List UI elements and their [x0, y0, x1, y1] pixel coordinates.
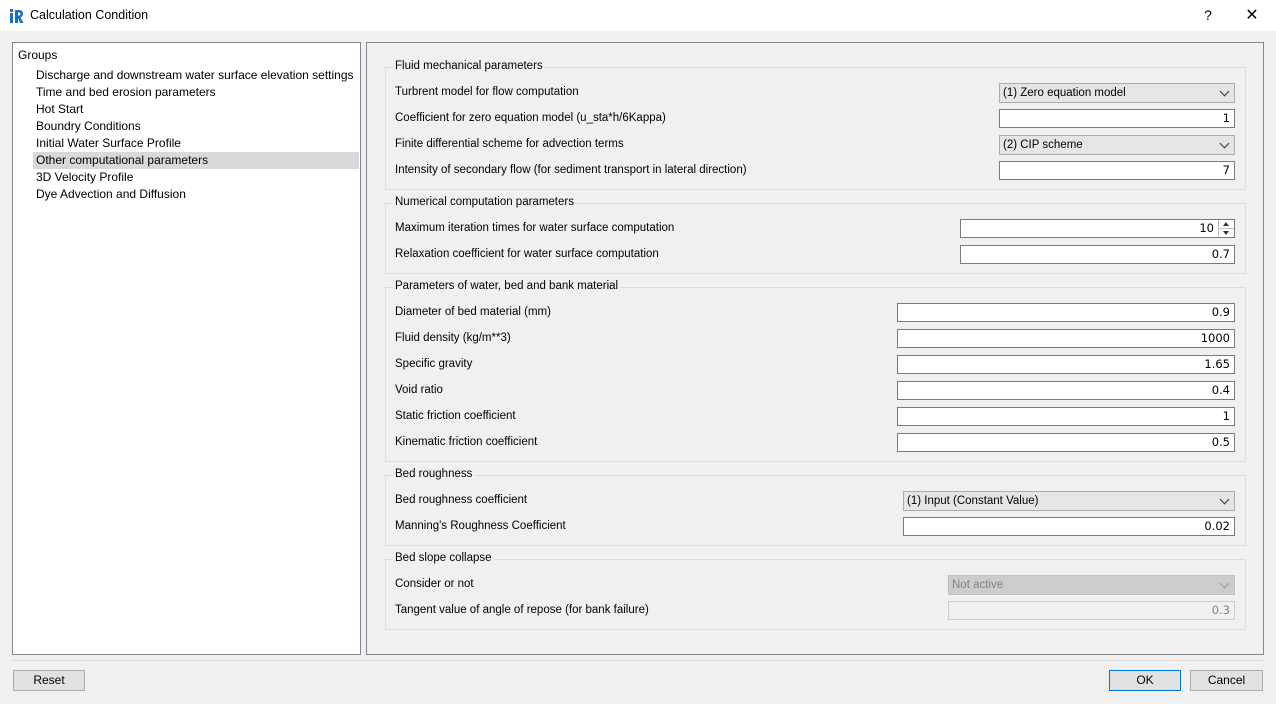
zero-eq-coefficient-input[interactable]: 1 — [999, 109, 1235, 128]
group-item-other-parameters[interactable]: Other computational parameters — [33, 152, 359, 169]
manning-coefficient-label: Manning's Roughness Coefficient — [395, 520, 566, 532]
iric-logo-icon — [10, 9, 24, 23]
close-button[interactable]: ✕ — [1230, 0, 1274, 31]
tangent-repose-input[interactable]: 0.3 — [948, 601, 1235, 620]
advection-scheme-select[interactable]: (2) CIP scheme — [999, 135, 1235, 155]
zero-eq-coefficient-label: Coefficient for zero equation model (u_s… — [395, 112, 666, 124]
spin-buttons — [1218, 220, 1234, 237]
group-item-dye-advection[interactable]: Dye Advection and Diffusion — [33, 186, 359, 203]
chevron-down-icon — [1219, 138, 1230, 149]
advection-scheme-label: Finite differential scheme for advection… — [395, 138, 624, 150]
secondary-flow-label: Intensity of secondary flow (for sedimen… — [395, 164, 747, 176]
void-ratio-label: Void ratio — [395, 384, 443, 396]
kinematic-friction-input[interactable]: 0.5 — [897, 433, 1235, 452]
turbulence-model-label: Turbrent model for flow computation — [395, 86, 579, 98]
void-ratio-input[interactable]: 0.4 — [897, 381, 1235, 400]
chevron-down-icon — [1219, 578, 1230, 589]
bed-diameter-label: Diameter of bed material (mm) — [395, 306, 551, 318]
tangent-repose-label: Tangent value of angle of repose (for ba… — [395, 604, 649, 616]
cancel-button[interactable]: Cancel — [1190, 670, 1263, 691]
bed-diameter-input[interactable]: 0.9 — [897, 303, 1235, 322]
group-item-boundary-conditions[interactable]: Boundry Conditions — [33, 118, 359, 135]
fluid-density-label: Fluid density (kg/m**3) — [395, 332, 511, 344]
roughness-coefficient-label: Bed roughness coefficient — [395, 494, 528, 506]
static-friction-input[interactable]: 1 — [897, 407, 1235, 426]
relaxation-coefficient-input[interactable]: 0.7 — [960, 245, 1235, 264]
group-item-3d-velocity[interactable]: 3D Velocity Profile — [33, 169, 359, 186]
max-iteration-spinbox[interactable]: 10 — [960, 219, 1235, 238]
group-item-initial-water-surface[interactable]: Initial Water Surface Profile — [33, 135, 359, 152]
secondary-flow-input[interactable]: 7 — [999, 161, 1235, 180]
window-title: Calculation Condition — [30, 8, 149, 22]
roughness-coefficient-value: (1) Input (Constant Value) — [907, 495, 1039, 507]
ok-button[interactable]: OK — [1109, 670, 1181, 691]
consider-value: Not active — [952, 579, 1004, 591]
group-item-time-erosion[interactable]: Time and bed erosion parameters — [33, 84, 359, 101]
kinematic-friction-label: Kinematic friction coefficient — [395, 436, 538, 448]
specific-gravity-label: Specific gravity — [395, 358, 473, 370]
chevron-down-icon — [1219, 494, 1230, 505]
turbulence-model-select[interactable]: (1) Zero equation model — [999, 83, 1235, 103]
group-item-hot-start[interactable]: Hot Start — [33, 101, 359, 118]
manning-coefficient-input[interactable]: 0.02 — [903, 517, 1235, 536]
reset-button[interactable]: Reset — [13, 670, 85, 691]
collapse-group-title: Bed slope collapse — [393, 552, 494, 564]
consider-label: Consider or not — [395, 578, 474, 590]
max-iteration-label: Maximum iteration times for water surfac… — [395, 222, 675, 234]
advection-scheme-value: (2) CIP scheme — [1003, 139, 1083, 151]
fluid-group-title: Fluid mechanical parameters — [393, 60, 545, 72]
title-bar: Calculation Condition ? ✕ — [0, 0, 1276, 31]
fluid-density-input[interactable]: 1000 — [897, 329, 1235, 348]
relaxation-coefficient-label: Relaxation coefficient for water surface… — [395, 248, 659, 260]
turbulence-model-value: (1) Zero equation model — [1003, 87, 1126, 99]
static-friction-label: Static friction coefficient — [395, 410, 516, 422]
chevron-down-icon — [1219, 86, 1230, 97]
groups-header: Groups — [18, 48, 58, 62]
specific-gravity-input[interactable]: 1.65 — [897, 355, 1235, 374]
help-button[interactable]: ? — [1186, 0, 1230, 31]
group-item-discharge[interactable]: Discharge and downstream water surface e… — [33, 67, 359, 84]
numerical-group-title: Numerical computation parameters — [393, 196, 576, 208]
footer-divider — [12, 660, 1264, 661]
roughness-coefficient-select[interactable]: (1) Input (Constant Value) — [903, 491, 1235, 511]
material-group-title: Parameters of water, bed and bank materi… — [393, 280, 621, 292]
spin-up-icon[interactable] — [1219, 220, 1234, 229]
groups-tree[interactable]: Groups Discharge and downstream water su… — [12, 42, 361, 655]
consider-select[interactable]: Not active — [948, 575, 1235, 595]
spin-down-icon[interactable] — [1219, 229, 1234, 237]
max-iteration-value: 10 — [1199, 221, 1214, 235]
roughness-group-title: Bed roughness — [393, 468, 475, 480]
